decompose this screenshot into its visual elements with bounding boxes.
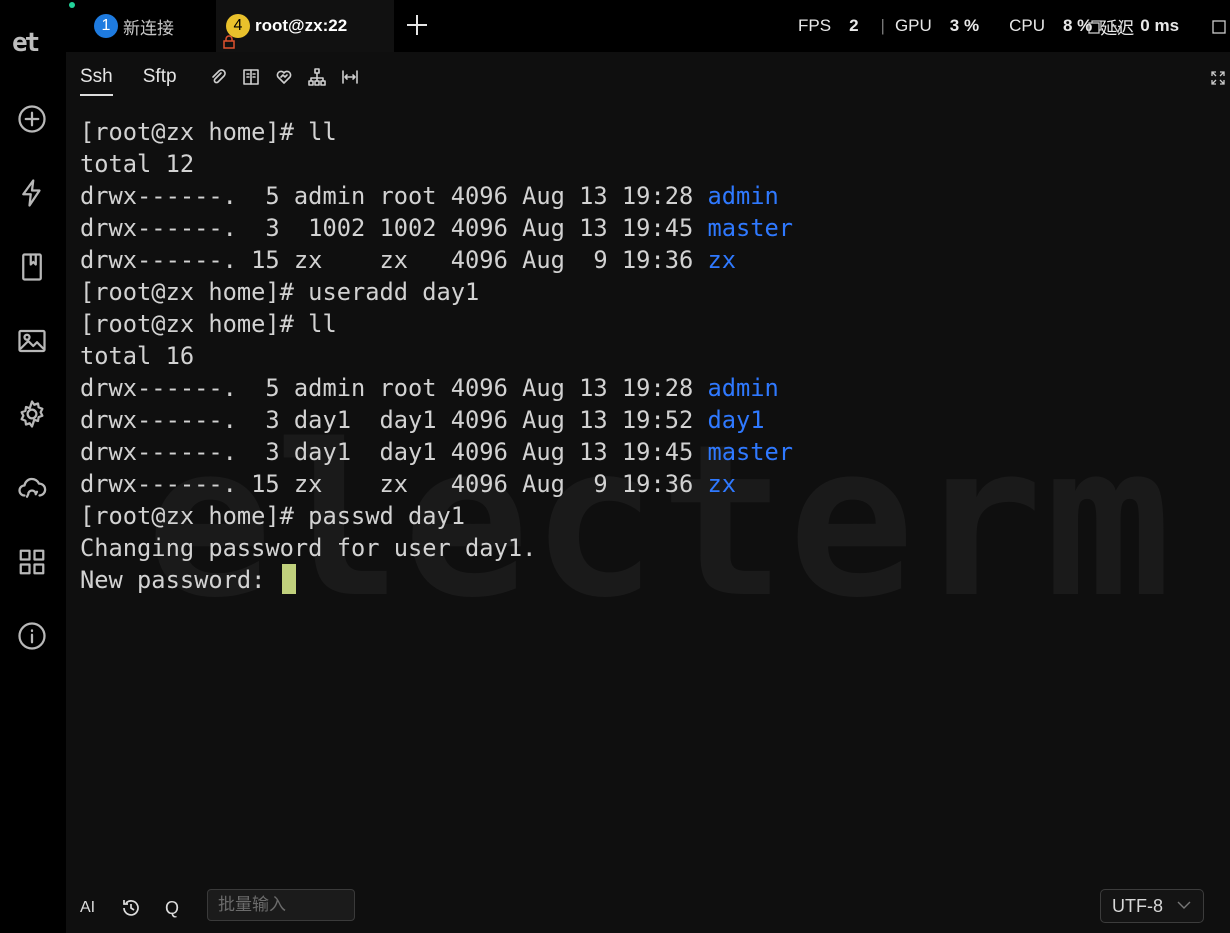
terminal-line-text: New password:	[80, 566, 280, 594]
quick-command-button[interactable]: Q	[165, 898, 179, 919]
terminal-line-text: drwx------. 5 admin root 4096 Aug 13 19:…	[80, 374, 708, 402]
terminal-line: drwx------. 15 zx zx 4096 Aug 9 19:36 zx	[80, 468, 793, 500]
directory-name: master	[707, 438, 794, 466]
app-logo: et	[12, 28, 40, 58]
lock-icon	[223, 35, 235, 49]
batch-input[interactable]	[207, 889, 355, 921]
terminal-line: Changing password for user day1.	[80, 532, 793, 564]
ai-button[interactable]: AI	[80, 899, 95, 917]
terminal-line-text: drwx------. 3 day1 day1 4096 Aug 13 19:5…	[80, 406, 708, 434]
heart-broadcast-icon[interactable]	[275, 68, 293, 86]
terminal-line-text: drwx------. 15 zx zx 4096 Aug 9 19:36	[80, 470, 708, 498]
cloud-sync-icon[interactable]	[16, 472, 48, 504]
tab-sftp[interactable]: Sftp	[143, 66, 177, 94]
terminal-line: New password:	[80, 564, 793, 596]
directory-name: master	[707, 214, 794, 242]
terminal-line-text: drwx------. 5 admin root 4096 Aug 13 19:…	[80, 182, 708, 210]
gpu-value: 3 %	[949, 16, 980, 35]
terminal-line: drwx------. 5 admin root 4096 Aug 13 19:…	[80, 180, 793, 212]
terminal-line: total 12	[80, 148, 793, 180]
encoding-value: UTF-8	[1112, 895, 1163, 916]
terminal-line: drwx------. 3 day1 day1 4096 Aug 13 19:4…	[80, 436, 793, 468]
session-tabs: Ssh Sftp	[80, 66, 207, 102]
tab-new-connection[interactable]: 1 新连接	[84, 0, 216, 52]
add-circle-icon[interactable]	[16, 103, 48, 135]
terminal-line-text: [root@zx home]# useradd day1	[80, 278, 480, 306]
terminal-line-text: [root@zx home]# passwd day1	[80, 502, 466, 530]
terminal-line: total 16	[80, 340, 793, 372]
gpu-label: GPU	[894, 16, 932, 35]
split-view-icon[interactable]	[242, 68, 260, 86]
terminal-pane: Ssh Sftp electerm [root@zx home]# ll tota…	[66, 52, 1230, 933]
lightning-icon[interactable]	[16, 177, 48, 209]
terminal-line-text: Changing password for user day1.	[80, 534, 537, 562]
terminal-line: drwx------. 5 admin root 4096 Aug 13 19:…	[80, 372, 793, 404]
sidebar: et	[0, 0, 66, 933]
tab-ssh[interactable]: Ssh	[80, 66, 113, 96]
directory-name: admin	[707, 374, 779, 402]
cpu-label: CPU	[1009, 16, 1045, 35]
resize-width-icon[interactable]	[341, 68, 359, 86]
terminal-line: drwx------. 3 1002 1002 4096 Aug 13 19:4…	[80, 212, 793, 244]
encoding-select[interactable]: UTF-8	[1100, 889, 1204, 923]
terminal-line: [root@zx home]# passwd day1	[80, 500, 793, 532]
history-icon[interactable]	[120, 897, 142, 919]
directory-name: admin	[707, 182, 779, 210]
fps-label: FPS	[798, 16, 832, 35]
tab-number-badge: 1	[94, 14, 118, 38]
terminal-line-text: drwx------. 3 1002 1002 4096 Aug 13 19:4…	[80, 214, 708, 242]
terminal-line-text: drwx------. 15 zx zx 4096 Aug 9 19:36	[80, 246, 708, 274]
chevron-down-icon	[1177, 901, 1191, 909]
bookmark-icon[interactable]	[16, 251, 48, 283]
terminal-line-text: drwx------. 3 day1 day1 4096 Aug 13 19:4…	[80, 438, 708, 466]
terminal-line: drwx------. 15 zx zx 4096 Aug 9 19:36 zx	[80, 244, 793, 276]
tab-root-zx[interactable]: 4 root@zx:22	[216, 0, 394, 52]
latency-value: 0 ms	[1140, 16, 1180, 35]
expand-icon[interactable]	[1210, 70, 1226, 86]
terminal-line-text: total 12	[80, 150, 195, 178]
status-dot	[69, 2, 75, 8]
top-bar: 1 新连接 4 root@zx:22 FPS 2 | GPU 3 % CPU 8…	[66, 0, 1230, 52]
fps-value: 2	[849, 16, 859, 35]
add-tab-icon[interactable]	[404, 12, 430, 38]
terminal-line: [root@zx home]# ll	[80, 308, 793, 340]
gear-icon[interactable]	[16, 398, 48, 430]
terminal-line: [root@zx home]# ll	[80, 116, 793, 148]
terminal-line-text: total 16	[80, 342, 195, 370]
paperclip-icon[interactable]	[209, 68, 227, 86]
info-icon[interactable]	[16, 620, 48, 652]
tab-label: 新连接	[123, 18, 174, 38]
directory-name: day1	[707, 406, 765, 434]
terminal-output[interactable]: [root@zx home]# ll total 12 drwx------. 5 …	[80, 116, 793, 596]
tab-label: root@zx:22	[255, 16, 348, 35]
network-icon[interactable]	[308, 68, 326, 86]
grid-icon[interactable]	[16, 546, 48, 578]
directory-name: zx	[707, 470, 737, 498]
image-icon[interactable]	[16, 325, 48, 357]
terminal-line-text: [root@zx home]# ll	[80, 310, 337, 338]
terminal-line: drwx------. 3 day1 day1 4096 Aug 13 19:5…	[80, 404, 793, 436]
maximize-icon[interactable]	[1212, 20, 1226, 34]
terminal-line: [root@zx home]# useradd day1	[80, 276, 793, 308]
terminal-line-text: [root@zx home]# ll	[80, 118, 337, 146]
minimize-icon[interactable]	[1111, 20, 1125, 34]
terminal-cursor	[281, 564, 296, 594]
restore-window-icon[interactable]	[1088, 20, 1102, 34]
bottom-bar: AI Q UTF-8	[66, 883, 1230, 933]
directory-name: zx	[707, 246, 737, 274]
